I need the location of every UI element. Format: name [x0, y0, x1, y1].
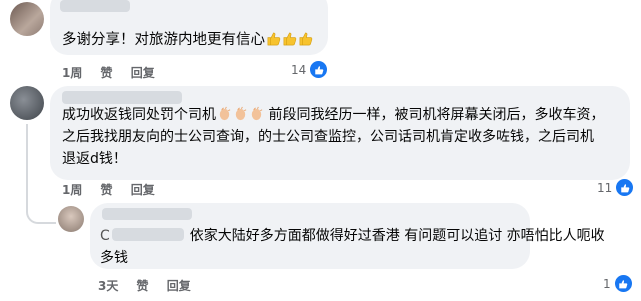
thumbs-up-emoji [298, 31, 313, 46]
redacted-name [62, 91, 182, 104]
like-button[interactable]: 赞 [137, 279, 149, 293]
reply-thread-line [26, 124, 56, 224]
like-button[interactable]: 赞 [101, 183, 113, 197]
reply-button[interactable]: 回复 [131, 183, 155, 197]
reaction-count[interactable]: 1 [603, 274, 633, 293]
comment-time: 1周 [62, 183, 83, 197]
clapping-emoji [233, 106, 248, 121]
comment-line: 成功收返钱同处罚个司机 前段同我经历一样，被司机将屏幕关闭后，多收车资， [62, 106, 605, 123]
avatar[interactable] [10, 86, 44, 120]
comment-actions: 1周 赞 回复 [62, 64, 169, 81]
avatar[interactable] [58, 206, 84, 232]
reply-button[interactable]: 回复 [131, 66, 155, 80]
like-button[interactable]: 赞 [101, 66, 113, 80]
comment-line: C 依家大陆好多方面都做得好过香港 有问题可以追讨 亦唔怕比人呃收 [100, 228, 605, 244]
like-reaction-icon [613, 274, 633, 293]
thumbs-up-emoji [282, 31, 297, 46]
comment-actions: 3天 赞 回复 [98, 277, 205, 294]
mention[interactable]: C [100, 228, 110, 244]
clapping-emoji [249, 106, 264, 121]
redacted-name [102, 208, 192, 220]
reaction-count[interactable]: 14 [291, 60, 329, 79]
redacted-mention [111, 228, 184, 241]
comment-time: 3天 [98, 279, 119, 293]
comment-time: 1周 [62, 66, 83, 80]
like-reaction-icon [615, 178, 635, 197]
redacted-name [60, 0, 130, 12]
like-reaction-icon [309, 60, 329, 79]
comment-actions: 1周 赞 回复 [62, 181, 169, 198]
avatar[interactable] [10, 2, 44, 36]
clapping-emoji [217, 106, 232, 121]
reaction-count[interactable]: 11 [597, 178, 635, 197]
comment-line: 之后我找朋友向的士公司查询，的士公司查监控，公司话司机肯定收多咗钱，之后司机 [62, 129, 594, 145]
comment-text: 多谢分享！对旅游内地更有信心 [62, 29, 313, 51]
reply-text: C 依家大陆好多方面都做得好过香港 有问题可以追讨 亦唔怕比人呃收 多钱 [100, 225, 605, 269]
comment-line: 退返d钱！ [62, 151, 127, 167]
thumbs-up-emoji [266, 31, 281, 46]
reply-button[interactable]: 回复 [167, 279, 191, 293]
comment-line: 多钱 [100, 250, 128, 266]
comment-text: 成功收返钱同处罚个司机 前段同我经历一样，被司机将屏幕关闭后，多收车资， 之后我… [62, 104, 604, 170]
